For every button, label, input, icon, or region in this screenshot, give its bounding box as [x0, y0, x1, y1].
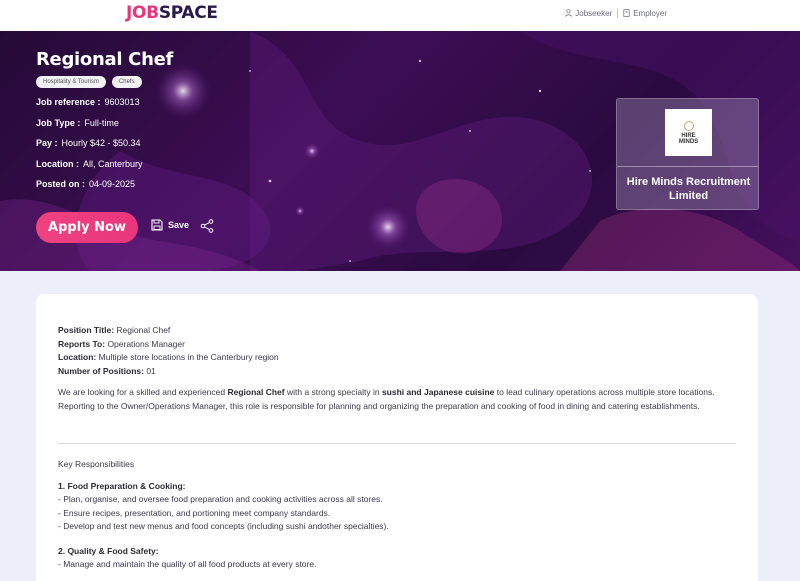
employer-link[interactable]: Employer [623, 9, 667, 18]
tag-chefs[interactable]: Chefs [111, 76, 142, 88]
job-description: Position Title: Regional Chef Reports To… [58, 324, 738, 572]
save-button[interactable]: Save [151, 219, 189, 231]
share-button[interactable] [200, 219, 214, 238]
company-logo-mark [683, 120, 694, 131]
list-item: - Develop and test new menus and food co… [58, 521, 389, 531]
job-meta: Job reference :9603013 Job Type : Full-ti… [36, 97, 143, 200]
company-logo: HIRE MINDS [665, 109, 712, 156]
company-card[interactable]: HIRE MINDS Hire Minds Recruitment Limite… [616, 98, 759, 210]
job-description-card: Position Title: Regional Chef Reports To… [36, 294, 758, 581]
section-divider [58, 443, 736, 444]
location-line: Location: Multiple store locations in th… [58, 352, 279, 362]
list-item: - Plan, organise, and oversee food prepa… [58, 494, 383, 504]
company-name: Hire Minds Recruitment Limited [626, 176, 751, 202]
jobspace-logo[interactable]: JOBSPACE [126, 3, 218, 23]
list-item: - Ensure recipes, presentation, and port… [58, 507, 331, 518]
section-quality-safety: 2. Quality & Food Safety: [58, 545, 159, 556]
job-title: Regional Chef [36, 49, 174, 70]
responsibilities-heading: Key Responsibilities [58, 459, 135, 469]
save-icon [151, 219, 163, 231]
user-icon [565, 9, 573, 17]
category-tags: Hospitality & Tourism Chefs [36, 76, 142, 88]
building-icon [623, 9, 630, 17]
job-posted-date: Posted on :04-09-2025 [36, 179, 136, 189]
list-item: - Manage and maintain the quality of all… [58, 559, 317, 569]
job-pay: Pay : Hourly $42 - $50.34 [36, 138, 141, 148]
top-links: Jobseeker Employer [565, 8, 667, 18]
job-reference: Job reference :9603013 [36, 97, 140, 107]
section-food-preparation: 1. Food Preparation & Cooking: [58, 480, 186, 491]
tag-hospitality[interactable]: Hospitality & Tourism [36, 76, 106, 88]
jobseeker-link[interactable]: Jobseeker [565, 9, 612, 18]
reports-to-line: Reports To: Operations Manager [58, 338, 185, 349]
nav-divider [617, 8, 619, 18]
company-card-divider [617, 166, 758, 167]
position-title-line: Position Title: Regional Chef [58, 325, 171, 335]
job-location: Location : All, Canterbury [36, 158, 143, 169]
share-icon [200, 219, 214, 233]
job-type: Job Type : Full-time [36, 117, 119, 128]
positions-count-line: Number of Positions: 01 [58, 365, 156, 376]
job-hero-banner: Regional Chef Hospitality & Tourism Chef… [0, 31, 800, 271]
intro-paragraph: We are looking for a skilled and experie… [58, 387, 715, 411]
top-bar: JOBSPACE Jobseeker Employer [0, 0, 800, 31]
apply-now-button[interactable]: Apply Now [36, 212, 138, 243]
